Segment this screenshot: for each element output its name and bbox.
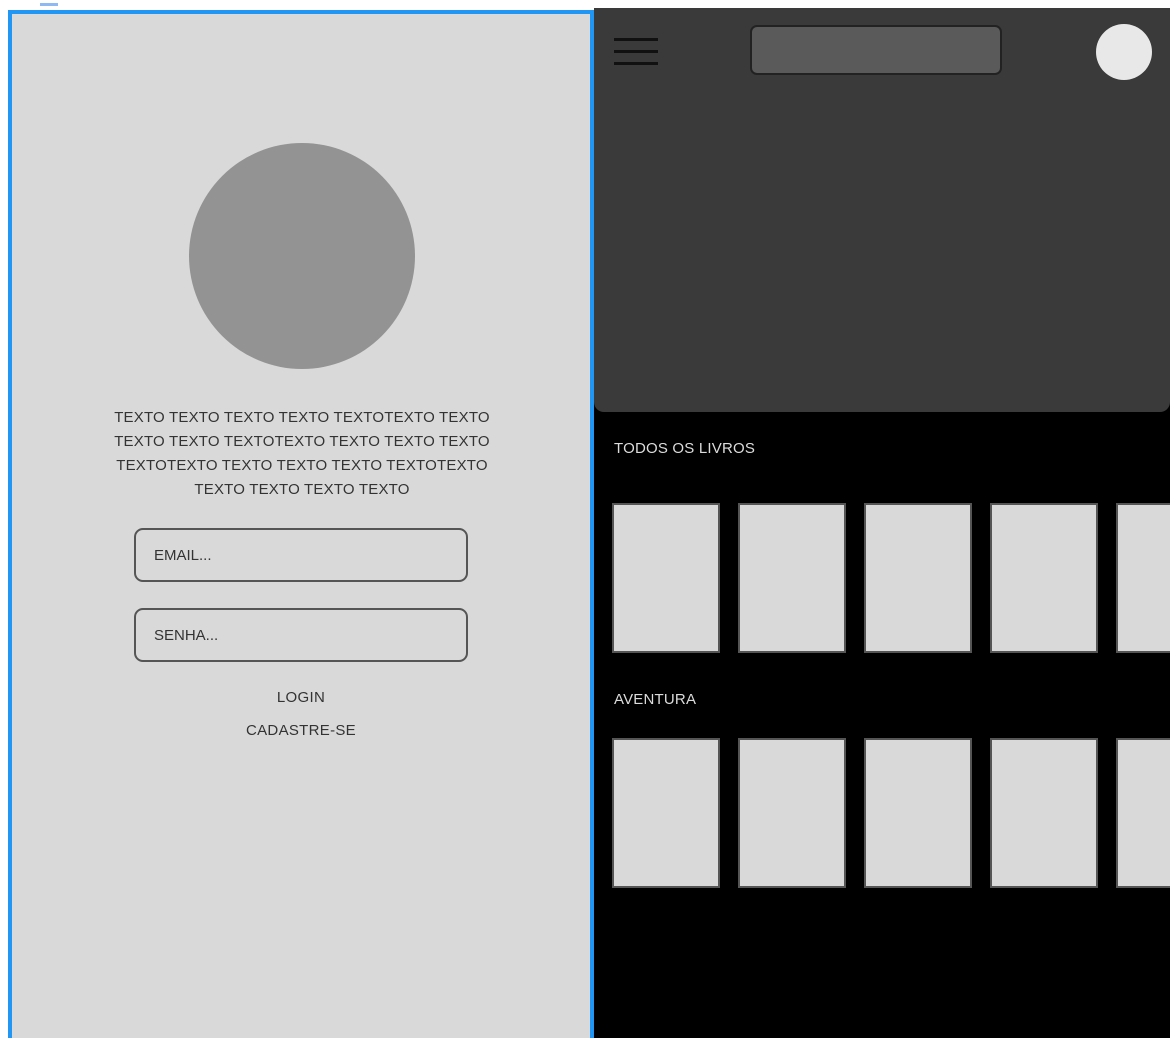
- login-screen: TEXTO TEXTO TEXTO TEXTO TEXTOTEXTO TEXTO…: [8, 10, 594, 1038]
- book-card[interactable]: [864, 503, 972, 653]
- hamburger-menu-icon[interactable]: [614, 38, 658, 68]
- book-card[interactable]: [612, 738, 720, 888]
- book-card[interactable]: [990, 738, 1098, 888]
- intro-text: TEXTO TEXTO TEXTO TEXTO TEXTOTEXTO TEXTO…: [114, 409, 490, 498]
- book-row-all-books: [612, 503, 1170, 653]
- book-card[interactable]: [1116, 738, 1170, 888]
- book-card[interactable]: [1116, 503, 1170, 653]
- book-row-adventure: [612, 738, 1170, 888]
- section-title-adventure: AVENTURA: [614, 691, 697, 708]
- book-card[interactable]: [738, 738, 846, 888]
- book-card[interactable]: [864, 738, 972, 888]
- signup-link[interactable]: CADASTRE-SE: [12, 722, 590, 739]
- password-field[interactable]: [134, 608, 468, 662]
- logo-placeholder: [189, 143, 415, 369]
- hero-banner: [594, 8, 1170, 412]
- home-screen: TODOS OS LIVROS AVENTURA: [594, 8, 1170, 1038]
- search-bar[interactable]: [750, 25, 1002, 75]
- book-card[interactable]: [990, 503, 1098, 653]
- email-field[interactable]: [134, 528, 468, 582]
- book-card[interactable]: [612, 503, 720, 653]
- avatar[interactable]: [1096, 24, 1152, 80]
- login-button[interactable]: LOGIN: [12, 689, 590, 706]
- section-title-all-books: TODOS OS LIVROS: [614, 440, 756, 457]
- selection-indicator: [40, 3, 58, 6]
- book-card[interactable]: [738, 503, 846, 653]
